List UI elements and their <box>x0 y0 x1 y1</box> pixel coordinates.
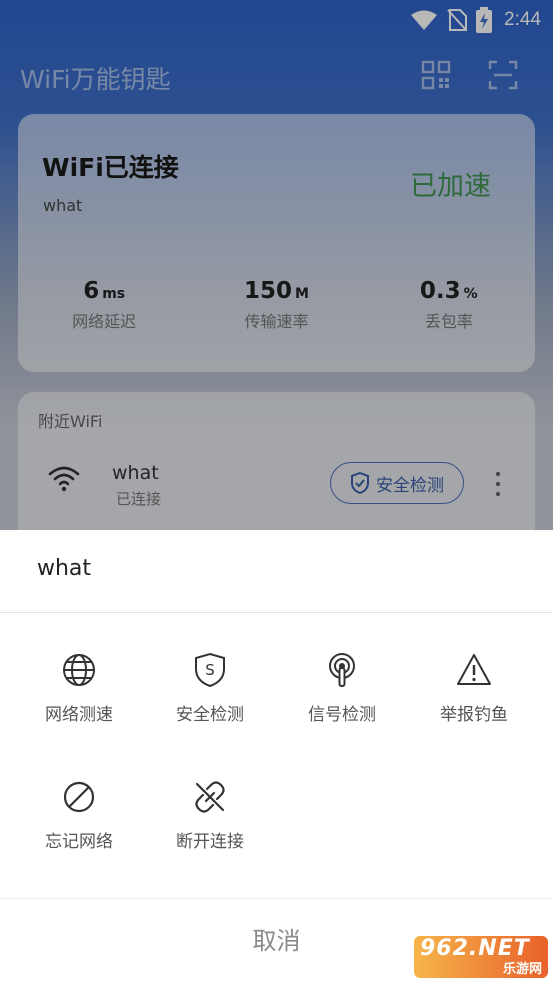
action-disconnect[interactable]: 断开连接 <box>144 769 276 879</box>
watermark-sub: 乐游网 <box>502 962 542 977</box>
action-label: 网络测速 <box>45 705 113 725</box>
action-label: 断开连接 <box>176 832 244 852</box>
shield-s-icon: S <box>195 652 225 688</box>
signal-icon <box>329 653 355 687</box>
action-label: 信号检测 <box>308 705 376 725</box>
action-label: 安全检测 <box>176 705 244 725</box>
svg-text:S: S <box>205 661 215 679</box>
action-signal-check[interactable]: 信号检测 <box>276 642 408 752</box>
globe-icon <box>63 654 95 686</box>
divider <box>0 612 553 613</box>
action-speed-test[interactable]: 网络测速 <box>13 642 145 752</box>
wifi-action-sheet: what 网络测速 S 安全检测 信号检测 举报钓鱼 忘记网络 断开连接 取消 <box>0 530 553 983</box>
sheet-title: what <box>37 556 92 581</box>
watermark-logo: 962.NET 乐游网 <box>414 936 548 978</box>
action-label: 举报钓鱼 <box>440 705 508 725</box>
forbidden-icon <box>63 781 95 813</box>
action-report-phishing[interactable]: 举报钓鱼 <box>408 642 540 752</box>
broken-link-icon <box>195 781 225 813</box>
action-forget-network[interactable]: 忘记网络 <box>13 769 145 879</box>
action-security-check[interactable]: S 安全检测 <box>144 642 276 752</box>
warning-icon <box>457 654 491 685</box>
divider <box>0 898 553 899</box>
action-label: 忘记网络 <box>45 832 113 852</box>
